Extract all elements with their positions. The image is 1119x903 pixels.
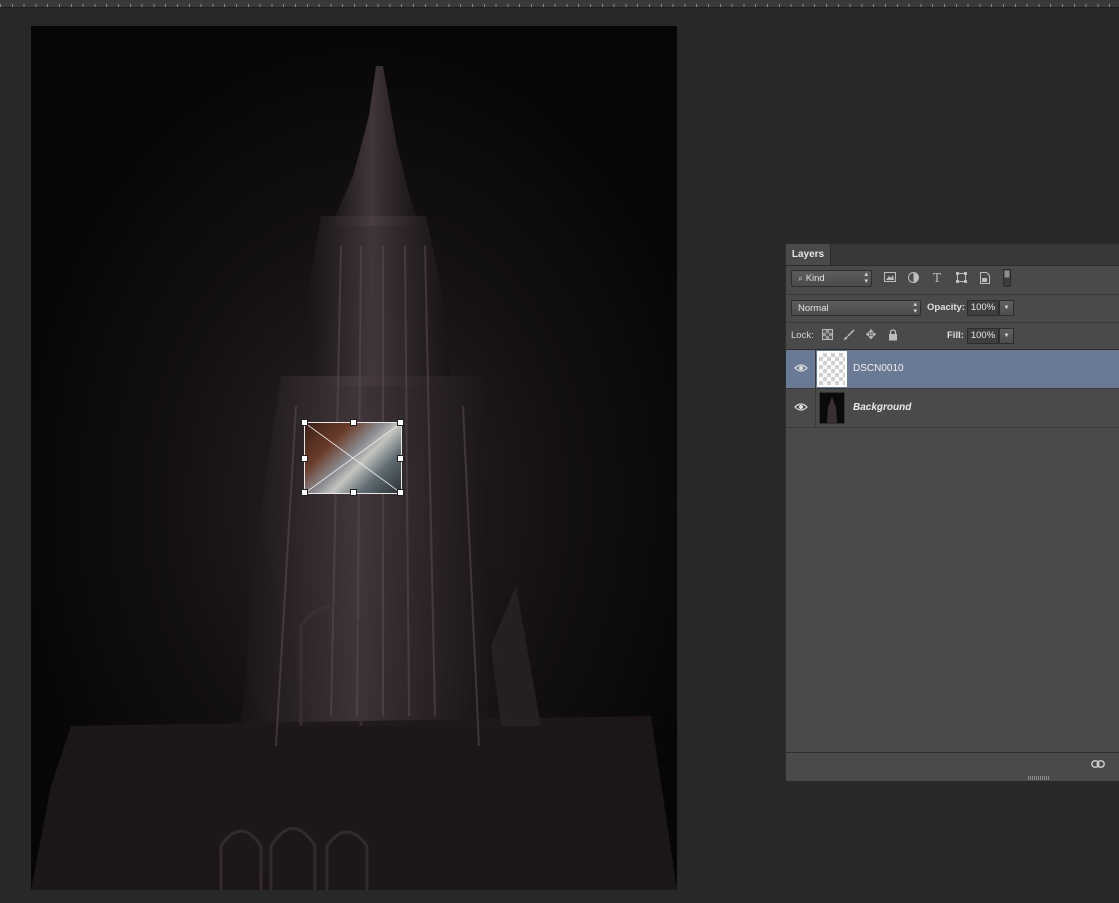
search-icon: ⌕ (798, 273, 804, 283)
link-layers-icon[interactable] (1090, 757, 1106, 771)
transform-handle-middle-left[interactable] (301, 455, 308, 462)
lock-transparent-pixels-icon[interactable] (820, 329, 834, 343)
lock-image-pixels-icon[interactable] (842, 329, 856, 343)
panel-resize-grip[interactable] (1028, 776, 1050, 780)
smart-object-filter-icon[interactable] (978, 272, 992, 286)
transform-handle-top-left[interactable] (301, 419, 308, 426)
shape-filter-icon[interactable] (954, 272, 968, 286)
transform-handle-bottom-right[interactable] (397, 489, 404, 496)
blend-mode-value: Normal (798, 303, 829, 314)
panel-footer (786, 752, 1119, 781)
fill-label: Fill: (947, 330, 964, 341)
layers-panel: Layers ⌕ Kind ▴ ▾ T Normal ▴ ▾ Opacity: 1 (785, 243, 1119, 781)
transform-handle-middle-right[interactable] (397, 455, 404, 462)
placed-image-dscn0010[interactable] (301, 419, 404, 496)
lock-label: Lock: (791, 330, 814, 341)
transform-handle-bottom-center[interactable] (350, 489, 357, 496)
layer-row-background[interactable]: Background (786, 389, 1119, 428)
filter-kind-dropdown[interactable]: ⌕ Kind ▴ ▾ (791, 270, 872, 287)
tab-layers[interactable]: Layers (786, 244, 831, 265)
layer-row-dscn0010[interactable]: DSCN0010 (786, 350, 1119, 389)
document-canvas[interactable] (31, 26, 677, 890)
layer-thumbnail[interactable] (817, 351, 847, 387)
divider (815, 350, 816, 388)
lock-row: Lock: ✥ Fill: 100% ▼ (786, 323, 1119, 350)
opacity-dropdown-button[interactable]: ▼ (999, 300, 1014, 316)
filter-toggle-icon[interactable] (1002, 269, 1012, 289)
fill-dropdown-button[interactable]: ▼ (999, 328, 1014, 344)
horizontal-ruler[interactable] (0, 0, 1119, 8)
adjustment-filter-icon[interactable] (906, 272, 920, 286)
layer-filter-row: ⌕ Kind ▴ ▾ T (786, 266, 1119, 295)
panel-tab-bar: Layers (786, 244, 1119, 266)
updown-arrows-icon: ▴ ▾ (913, 301, 917, 315)
opacity-input[interactable]: 100% (967, 300, 999, 316)
layer-name[interactable]: Background (853, 401, 911, 415)
lock-all-icon[interactable] (886, 329, 900, 343)
transform-cross-lines (305, 423, 401, 493)
updown-arrows-icon: ▴ ▾ (864, 271, 868, 285)
divider (815, 389, 816, 427)
transform-handle-top-center[interactable] (350, 419, 357, 426)
layer-name[interactable]: DSCN0010 (853, 362, 904, 376)
blend-mode-dropdown[interactable]: Normal ▴ ▾ (791, 300, 921, 316)
transform-handle-bottom-left[interactable] (301, 489, 308, 496)
layer-list: DSCN0010 Background (786, 350, 1119, 753)
filter-kind-value: Kind (805, 273, 825, 284)
eye-visibility-icon[interactable] (794, 362, 808, 376)
image-filter-icon[interactable] (883, 272, 897, 286)
opacity-label: Opacity: (927, 302, 966, 313)
eye-visibility-icon[interactable] (794, 401, 808, 415)
layer-thumbnail[interactable] (819, 392, 845, 424)
lock-position-icon[interactable]: ✥ (864, 328, 878, 342)
type-filter-icon[interactable]: T (930, 271, 944, 285)
fill-input[interactable]: 100% (967, 328, 999, 344)
blend-row: Normal ▴ ▾ Opacity: 100% ▼ (786, 295, 1119, 323)
transform-handle-top-right[interactable] (397, 419, 404, 426)
